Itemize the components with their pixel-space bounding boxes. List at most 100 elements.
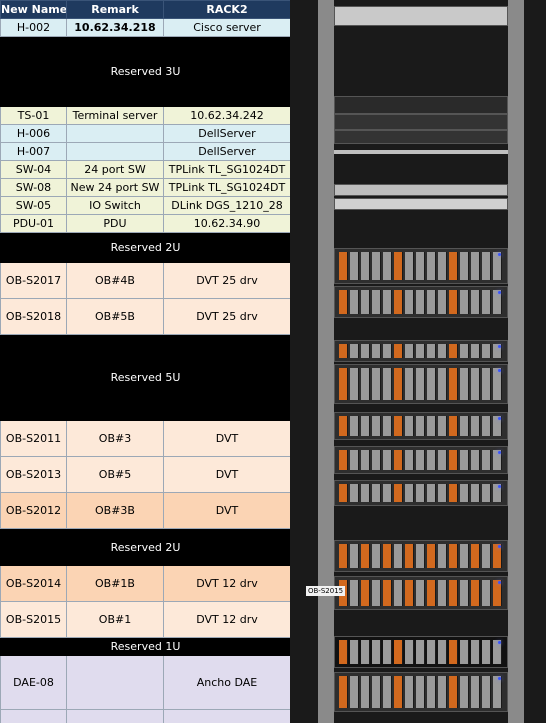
cell-remark[interactable]: 24 port SW — [66, 160, 164, 179]
drive-bay — [405, 416, 414, 436]
cell-rack[interactable]: DellServer — [163, 124, 291, 143]
cell-name[interactable]: PDU-01 — [0, 214, 67, 233]
drive-bay — [361, 368, 370, 400]
cell-name[interactable]: OB-S2018 — [0, 298, 67, 335]
drive-bay — [416, 290, 425, 314]
cell-remark[interactable]: OB#4B — [66, 262, 164, 299]
drive-bay — [361, 290, 370, 314]
cell-name[interactable]: TS-01 — [0, 106, 67, 125]
cell-rack[interactable]: DVT — [163, 456, 291, 493]
cell-name[interactable]: OB-S2017 — [0, 262, 67, 299]
header-remark[interactable]: Remark — [66, 0, 164, 19]
drive-bay — [482, 416, 491, 436]
drive-bay — [438, 544, 447, 568]
cell-remark[interactable]: 10.62.34.218 — [66, 18, 164, 37]
cell-rack[interactable]: TPLink TL_SG1024DT — [163, 178, 291, 197]
drive-bay — [471, 544, 480, 568]
cell-rack[interactable]: Ancho DAE — [163, 655, 291, 710]
drive-bay — [427, 368, 436, 400]
cell-rack[interactable]: DVT 25 drv — [163, 298, 291, 335]
drive-bay — [405, 580, 414, 606]
cell-rack[interactable]: Cisco server — [163, 18, 291, 37]
header-new-name[interactable]: New Name — [0, 0, 67, 19]
drive-bay — [383, 290, 392, 314]
drive-bay — [427, 640, 436, 664]
cell-remark[interactable]: OB#5B — [66, 298, 164, 335]
server-h-006 — [334, 114, 508, 130]
cell-remark[interactable]: PDU — [66, 214, 164, 233]
drive-bay — [460, 252, 469, 280]
cell-rack[interactable]: DVT 12 drv — [163, 565, 291, 602]
drive-bay — [460, 368, 469, 400]
drive-bay — [372, 484, 381, 502]
drive-bay — [427, 676, 436, 708]
cell-remark[interactable]: Terminal server — [66, 106, 164, 125]
table-row: OB-S2013 OB#5 DVT — [0, 456, 291, 493]
cell-remark[interactable] — [66, 124, 164, 143]
cell-rack[interactable]: DVT 12 drv — [163, 601, 291, 638]
reserved-row: Reserved 1U — [0, 637, 291, 656]
cell-rack[interactable]: DVT — [163, 492, 291, 529]
cell-rack[interactable]: DVT — [163, 420, 291, 457]
drive-bay — [383, 252, 392, 280]
drive-bay — [482, 368, 491, 400]
cell-rack[interactable]: TPLink TL_SG1024DT — [163, 160, 291, 179]
drive-bay — [449, 450, 458, 470]
header-row: New Name Remark RACK2 — [0, 0, 291, 19]
cell-rack[interactable]: DLink DGS_1210_28 — [163, 196, 291, 215]
cell-remark[interactable]: IO Switch — [66, 196, 164, 215]
drive-bay — [394, 544, 403, 568]
cell-remark[interactable] — [66, 142, 164, 161]
cell-remark[interactable]: OB#1B — [66, 565, 164, 602]
cell-name[interactable]: DAE-01 — [0, 709, 67, 723]
table-row: SW-05 IO Switch DLink DGS_1210_28 — [0, 196, 291, 215]
cell-remark[interactable]: OB#1 — [66, 601, 164, 638]
drive-bay — [339, 676, 348, 708]
drive-bay — [471, 450, 480, 470]
reserved-label[interactable]: Reserved 5U — [0, 334, 291, 421]
cell-name[interactable]: SW-04 — [0, 160, 67, 179]
enclosure-reserved-a — [334, 340, 508, 362]
cell-remark[interactable]: OB#3 — [66, 420, 164, 457]
cell-name[interactable]: SW-08 — [0, 178, 67, 197]
cell-name[interactable]: OB-S2012 — [0, 492, 67, 529]
reserved-row: Reserved 2U — [0, 528, 291, 566]
cell-name[interactable]: OB-S2013 — [0, 456, 67, 493]
cell-name[interactable]: OB-S2014 — [0, 565, 67, 602]
cell-rack[interactable]: 10.62.34.90 — [163, 214, 291, 233]
cell-name[interactable]: H-002 — [0, 18, 67, 37]
cell-rack[interactable]: DellServer — [163, 142, 291, 161]
drive-bay — [361, 640, 370, 664]
enclosure-ob-s2018 — [334, 286, 508, 318]
drive-bay — [471, 344, 480, 358]
table-row: DAE-08 Ancho DAE — [0, 655, 291, 710]
cell-name[interactable]: H-006 — [0, 124, 67, 143]
reserved-label[interactable]: Reserved 1U — [0, 637, 291, 656]
cell-rack[interactable]: 10.62.34.242 — [163, 106, 291, 125]
reserved-label[interactable]: Reserved 2U — [0, 528, 291, 566]
cell-remark[interactable] — [66, 655, 164, 710]
cell-rack[interactable]: DVT 25 drv — [163, 262, 291, 299]
cell-rack[interactable]: Tabasco DAE — [163, 709, 291, 723]
table-row: SW-04 24 port SW TPLink TL_SG1024DT — [0, 160, 291, 179]
cell-remark[interactable]: New 24 port SW — [66, 178, 164, 197]
dae-08 — [334, 636, 508, 668]
table-row: OB-S2015 OB#1 DVT 12 drv — [0, 601, 291, 638]
drive-bay — [482, 580, 491, 606]
drive-bay — [416, 484, 425, 502]
reserved-label[interactable]: Reserved 3U — [0, 36, 291, 107]
drive-bay — [482, 290, 491, 314]
cell-name[interactable]: H-007 — [0, 142, 67, 161]
drive-bay — [405, 640, 414, 664]
pdu-01 — [334, 198, 508, 210]
cell-name[interactable]: SW-05 — [0, 196, 67, 215]
cell-name[interactable]: OB-S2015 — [0, 601, 67, 638]
reserved-label[interactable]: Reserved 2U — [0, 232, 291, 263]
cell-remark[interactable] — [66, 709, 164, 723]
cell-remark[interactable]: OB#3B — [66, 492, 164, 529]
cell-name[interactable]: OB-S2011 — [0, 420, 67, 457]
drive-bay — [460, 484, 469, 502]
cell-name[interactable]: DAE-08 — [0, 655, 67, 710]
cell-remark[interactable]: OB#5 — [66, 456, 164, 493]
header-rack2[interactable]: RACK2 — [163, 0, 291, 19]
